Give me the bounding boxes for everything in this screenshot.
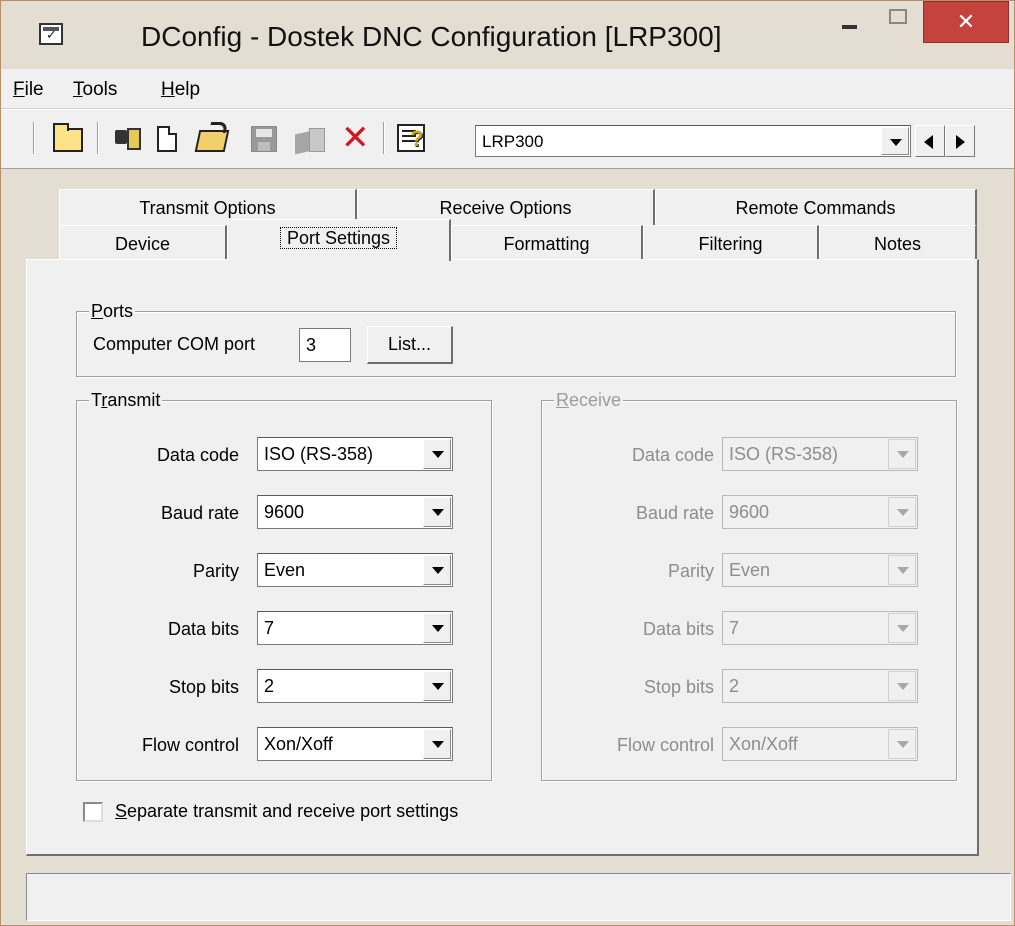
receive-parity-label: Parity xyxy=(667,561,714,581)
transmit-stop-bits-label: Stop bits xyxy=(168,677,239,697)
receive-parity-select: Even xyxy=(722,553,918,587)
transmit-flow-control-label: Flow control xyxy=(141,735,239,755)
save-icon[interactable] xyxy=(251,126,277,152)
receive-stop-bits-label: Stop bits xyxy=(643,677,714,697)
separate-settings-checkbox[interactable] xyxy=(83,802,103,822)
com-port-input[interactable]: 3 xyxy=(299,328,351,362)
chevron-down-icon xyxy=(888,555,916,585)
tab-filtering[interactable]: Filtering xyxy=(643,225,819,263)
close-button[interactable]: ✕ xyxy=(923,1,1009,43)
transmit-baud-rate-label: Baud rate xyxy=(160,503,239,523)
device-selector[interactable]: LRP300 xyxy=(475,125,911,157)
menu-tools[interactable]: Tools xyxy=(73,79,117,101)
app-icon[interactable] xyxy=(39,23,63,45)
transmit-data-code-label: Data code xyxy=(156,445,239,465)
chevron-down-icon[interactable] xyxy=(423,671,451,701)
delete-icon[interactable]: ✕ xyxy=(341,121,370,155)
receive-data-code-select: ISO (RS-358) xyxy=(722,437,918,471)
menu-file[interactable]: File xyxy=(13,79,44,101)
chevron-down-icon[interactable] xyxy=(423,439,451,469)
receive-data-code-label: Data code xyxy=(631,445,714,465)
chevron-down-icon xyxy=(888,439,916,469)
previous-device-button[interactable] xyxy=(915,125,945,157)
tab-notes[interactable]: Notes xyxy=(819,225,977,263)
transmit-data-bits-select[interactable]: 7 xyxy=(257,611,453,645)
new-document-icon[interactable] xyxy=(157,126,177,152)
com-port-label: Computer COM port xyxy=(93,334,256,354)
receive-data-bits-label: Data bits xyxy=(642,619,714,639)
transmit-data-code-select[interactable]: ISO (RS-358) xyxy=(257,437,453,471)
chevron-down-icon[interactable] xyxy=(423,613,451,643)
transmit-flow-control-select[interactable]: Xon/Xoff xyxy=(257,727,453,761)
list-ports-button[interactable]: List... xyxy=(367,326,453,364)
chevron-down-icon xyxy=(888,613,916,643)
title-bar: DConfig - Dostek DNC Configuration [LRP3… xyxy=(1,1,1014,69)
chevron-down-icon xyxy=(888,671,916,701)
chevron-down-icon xyxy=(888,729,916,759)
properties-icon[interactable] xyxy=(397,124,425,152)
transmit-parity-label: Parity xyxy=(192,561,239,581)
chevron-down-icon xyxy=(888,497,916,527)
toolbar: ✕ LRP300 xyxy=(1,109,1014,169)
chevron-down-icon[interactable] xyxy=(423,497,451,527)
ports-group-title: Ports xyxy=(89,300,136,322)
transmit-baud-rate-select[interactable]: 9600 xyxy=(257,495,453,529)
receive-baud-rate-label: Baud rate xyxy=(635,503,714,523)
minimize-button[interactable] xyxy=(827,1,873,43)
menu-bar: File Tools Help xyxy=(1,69,1014,109)
toolbar-separator xyxy=(383,122,385,154)
folder-open-icon[interactable] xyxy=(53,123,83,152)
app-window: DConfig - Dostek DNC Configuration [LRP3… xyxy=(0,0,1015,926)
separate-settings-label[interactable]: Separate transmit and receive port setti… xyxy=(115,801,458,822)
ports-group: Ports Computer COM port 3 List... xyxy=(76,300,956,377)
transmit-parity-select[interactable]: Even xyxy=(257,553,453,587)
receive-baud-rate-select: 9600 xyxy=(722,495,918,529)
chevron-down-icon[interactable] xyxy=(423,729,451,759)
open-folder-icon[interactable] xyxy=(194,130,230,152)
receive-flow-control-select: Xon/Xoff xyxy=(722,727,918,761)
receive-stop-bits-select: 2 xyxy=(722,669,918,703)
serial-cable-icon[interactable] xyxy=(113,124,141,152)
receive-flow-control-label: Flow control xyxy=(616,735,714,755)
window-title: DConfig - Dostek DNC Configuration [LRP3… xyxy=(141,21,722,52)
transmit-group: Transmit Data code ISO (RS-358) Baud rat… xyxy=(76,389,492,781)
status-bar xyxy=(26,873,1011,921)
maximize-button[interactable] xyxy=(873,1,919,43)
transmit-data-bits-label: Data bits xyxy=(167,619,239,639)
receive-group-title: Receive xyxy=(554,389,624,411)
tab-formatting[interactable]: Formatting xyxy=(451,225,643,263)
transmit-group-title: Transmit xyxy=(89,389,163,411)
close-icon: ✕ xyxy=(956,9,976,34)
port-settings-panel: Ports Computer COM port 3 List... Transm… xyxy=(26,259,979,856)
transmit-stop-bits-select[interactable]: 2 xyxy=(257,669,453,703)
tab-port-settings[interactable]: Port Settings xyxy=(227,219,451,261)
next-device-button[interactable] xyxy=(945,125,975,157)
tab-device[interactable]: Device xyxy=(59,225,227,263)
chevron-down-icon[interactable] xyxy=(881,127,909,155)
toolbar-separator xyxy=(97,122,99,154)
tab-remote-commands[interactable]: Remote Commands xyxy=(655,189,977,227)
device-selector-value: LRP300 xyxy=(482,132,544,151)
menu-help[interactable]: Help xyxy=(161,79,200,101)
receive-group: Receive Data code ISO (RS-358) Baud rate… xyxy=(541,389,957,781)
save-as-icon[interactable] xyxy=(295,128,325,152)
receive-data-bits-select: 7 xyxy=(722,611,918,645)
chevron-down-icon[interactable] xyxy=(423,555,451,585)
toolbar-separator xyxy=(33,122,35,154)
